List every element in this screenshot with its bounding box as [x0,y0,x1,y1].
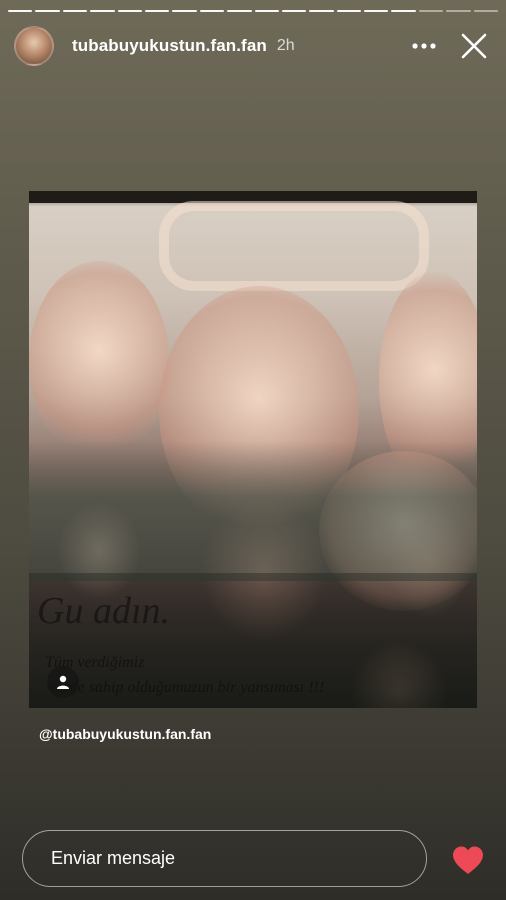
more-horizontal-icon[interactable] [406,28,442,64]
progress-segment [391,10,416,12]
progress-segment [281,10,307,12]
progress-segment [418,10,444,12]
progress-segment [227,10,252,12]
progress-segment [90,10,115,12]
avatar[interactable] [14,26,54,66]
progress-segment [446,10,471,12]
author-username[interactable]: tubabuyukustun.fan.fan [72,36,267,56]
progress-segment [172,10,197,12]
photo-scarf [29,441,477,581]
progress-segment [364,10,389,12]
progress-segment [8,10,33,12]
send-message-placeholder: Enviar mensaje [51,848,176,868]
photo-overlay-glasses [159,201,429,291]
progress-segment [309,10,334,12]
progress-segment [117,10,142,12]
progress-segment [473,10,499,12]
heart-icon[interactable] [450,842,486,878]
story-photo[interactable]: Gu adın. Tüm verdiğimiz nizde sahip oldu… [29,191,477,708]
user-tag-icon[interactable] [47,666,79,698]
progress-segment [254,10,279,12]
photo-script-text: Gu adın. [37,590,170,632]
progress-segment [35,10,60,12]
story-header: tubabuyukustun.fan.fan 2h [14,24,492,68]
progress-segment [199,10,225,12]
close-icon[interactable] [456,28,492,64]
progress-segment [144,10,170,12]
progress-segment [62,10,88,12]
mention-sticker[interactable]: @tubabuyukustun.fan.fan [39,726,211,742]
send-message-input[interactable]: Enviar mensaje [22,830,427,887]
post-time: 2h [276,37,295,54]
story-progress-bar [8,10,499,12]
photo-face [29,261,169,461]
progress-segment [336,10,362,12]
photo-quote-line-2: nizde sahip olduğumuzun bir yansıması !!… [51,679,325,696]
